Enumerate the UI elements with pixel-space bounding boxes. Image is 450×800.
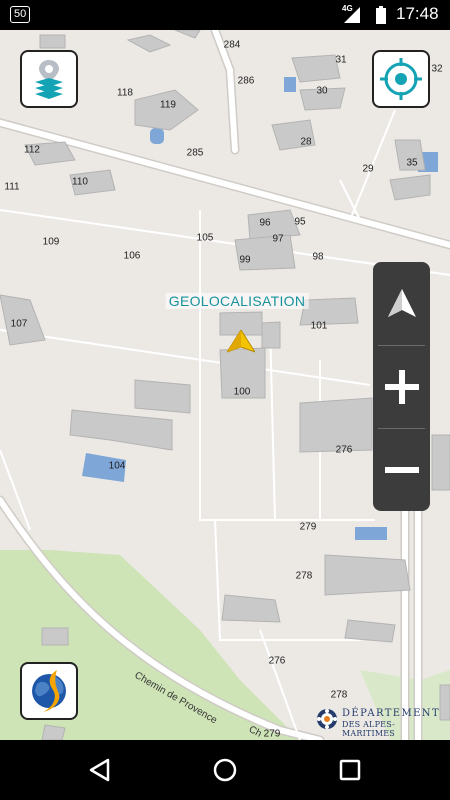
house-number: 107 <box>10 318 28 330</box>
house-number: 32 <box>431 63 443 75</box>
house-number: 286 <box>237 75 255 87</box>
house-number: 118 <box>117 87 133 99</box>
north-arrow-icon <box>387 289 416 317</box>
department-logo: DÉPARTEMENT DES ALPES-MARITIMES <box>316 706 446 738</box>
water <box>150 128 164 144</box>
logo-emblem-icon <box>317 709 337 729</box>
house-number: 285 <box>186 147 204 159</box>
house-number: 105 <box>196 232 214 244</box>
house-number: 99 <box>239 254 251 266</box>
house-number: 96 <box>259 217 271 229</box>
battery-icon <box>376 6 386 24</box>
house-number: 101 <box>310 320 328 332</box>
position-arrow-icon <box>227 330 255 353</box>
app-globe-button[interactable] <box>20 662 78 720</box>
navigation-bar <box>0 740 450 800</box>
clock: 17:48 <box>396 4 439 23</box>
house-number: 106 <box>123 250 141 262</box>
house-number: 119 <box>160 99 176 111</box>
house-number: 31 <box>335 54 347 66</box>
house-number: 100 <box>233 386 251 398</box>
house-number: 35 <box>406 157 418 169</box>
house-number: 109 <box>42 236 60 248</box>
house-number: 278 <box>295 570 313 582</box>
house-number: 278 <box>330 689 348 701</box>
zoom-in-button[interactable] <box>373 346 430 428</box>
compass-button[interactable] <box>373 262 430 344</box>
house-number: 279 <box>263 728 281 740</box>
layers-button[interactable] <box>20 50 78 108</box>
minus-icon <box>384 467 419 473</box>
crosshair-target-icon <box>380 58 422 100</box>
map-controls <box>373 262 430 511</box>
layers-pin-icon <box>35 60 63 99</box>
house-number: 279 <box>299 521 317 533</box>
back-triangle-icon[interactable] <box>86 756 114 784</box>
status-bar: 50 4G 17:48 <box>0 0 450 30</box>
zoom-out-button[interactable] <box>373 429 430 511</box>
house-number: 104 <box>108 460 126 472</box>
house-number: 97 <box>272 233 284 245</box>
water <box>355 527 387 540</box>
plus-icon <box>384 370 419 404</box>
house-number: 110 <box>72 176 88 188</box>
globe-app-icon <box>32 670 66 712</box>
house-number: 98 <box>312 251 324 263</box>
signal-icon <box>344 7 360 23</box>
notification-badge: 50 <box>10 6 31 23</box>
map-view[interactable]: 284 285 286 31 32 30 28 35 29 118 119 11… <box>0 30 450 740</box>
house-number: 111 <box>4 181 20 193</box>
house-number: 29 <box>362 163 374 175</box>
house-number: 30 <box>316 85 328 97</box>
geolocation-label: GEOLOCALISATION <box>165 293 309 309</box>
logo-line1: DÉPARTEMENT <box>342 708 441 719</box>
house-number: 112 <box>24 144 40 156</box>
house-number: 276 <box>268 655 286 667</box>
house-number: 284 <box>223 39 241 51</box>
house-number: 276 <box>335 444 353 456</box>
house-number: 28 <box>300 136 312 148</box>
home-circle-icon[interactable] <box>211 756 239 784</box>
locate-me-button[interactable] <box>372 50 430 108</box>
recents-square-icon[interactable] <box>336 756 364 784</box>
logo-line2: DES ALPES-MARITIMES <box>342 720 396 738</box>
water <box>284 77 296 92</box>
house-number: 95 <box>294 216 306 228</box>
